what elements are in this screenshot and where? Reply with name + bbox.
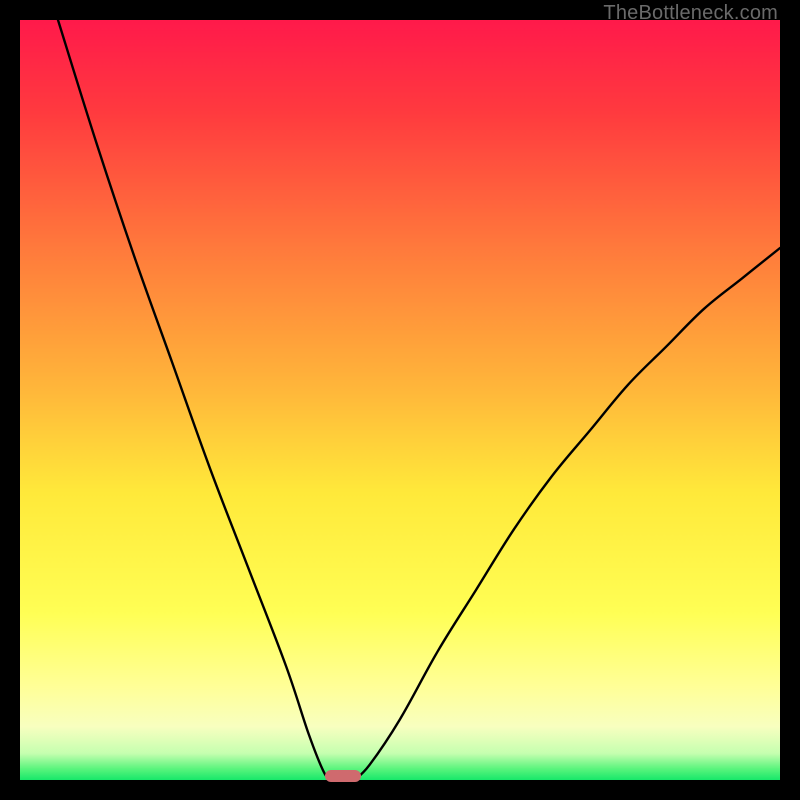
curve-left-arm xyxy=(58,20,332,780)
chart-frame xyxy=(20,20,780,780)
min-marker xyxy=(325,770,361,782)
chart-curves xyxy=(20,20,780,780)
curve-right-arm xyxy=(354,248,780,780)
